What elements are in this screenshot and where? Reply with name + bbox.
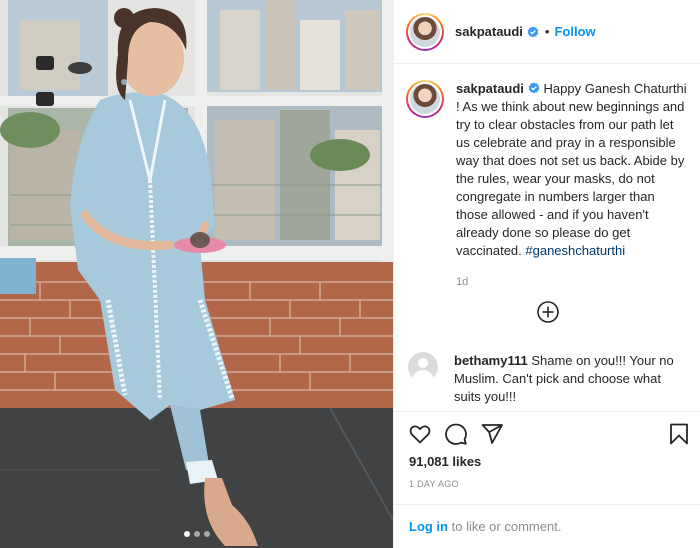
caption-body: Happy Ganesh Chaturthi ! As we think abo… (456, 81, 687, 258)
author-username[interactable]: sakpataudi (455, 24, 523, 39)
carousel-dot (203, 531, 210, 537)
verified-icon (528, 82, 540, 94)
action-icons (408, 422, 504, 446)
actions-section: 91,081 likes 1 DAY AGO Log in to like or… (394, 411, 700, 548)
comment-text: bethamy111 Shame on you!!! Your no Musli… (454, 352, 684, 406)
login-prompt: Log in to like or comment. (394, 504, 700, 548)
comment-item: bethamy111 Shame on you!!! Your no Musli… (408, 352, 693, 406)
login-link[interactable]: Log in (409, 519, 448, 534)
caption-username[interactable]: sakpataudi (456, 81, 524, 96)
share-icon (481, 424, 503, 444)
caption-time[interactable]: 1d (456, 273, 688, 291)
commenter-avatar[interactable] (408, 352, 438, 382)
avatar (410, 16, 440, 47)
carousel-indicator (0, 531, 393, 537)
login-prompt-text: to like or comment. (448, 519, 562, 534)
comment-button[interactable] (444, 422, 468, 446)
plus-circle-icon[interactable] (536, 300, 560, 324)
like-button[interactable] (408, 422, 432, 446)
caption-block: sakpataudi Happy Ganesh Chaturthi ! As w… (406, 80, 691, 291)
verified-icon (527, 25, 539, 37)
follow-button[interactable]: Follow (554, 24, 595, 39)
likes-count[interactable]: 91,081 likes (409, 454, 481, 469)
carousel-dot (193, 531, 200, 537)
header-separator: • (544, 24, 550, 39)
post-date[interactable]: 1 DAY AGO (409, 479, 459, 489)
save-button[interactable] (667, 422, 691, 446)
author-avatar-ring[interactable] (406, 12, 444, 51)
post-header: sakpataudi • Follow (394, 0, 700, 64)
caption-hashtag[interactable]: #ganeshchaturthi (525, 243, 625, 258)
avatar (410, 84, 440, 114)
carousel-dot-active (183, 531, 190, 537)
comment-icon (445, 423, 467, 445)
share-button[interactable] (480, 422, 504, 446)
post-panel: sakpataudi • Follow sakpataudi Happy Gan… (393, 0, 700, 548)
photo-illustration (0, 0, 393, 548)
post-photo[interactable] (0, 0, 393, 548)
heart-icon (409, 425, 431, 444)
bookmark-icon (670, 423, 688, 445)
comment-username[interactable]: bethamy111 (454, 353, 528, 368)
caption-avatar-ring[interactable] (406, 80, 444, 118)
caption-text: sakpataudi Happy Ganesh Chaturthi ! As w… (456, 80, 688, 291)
